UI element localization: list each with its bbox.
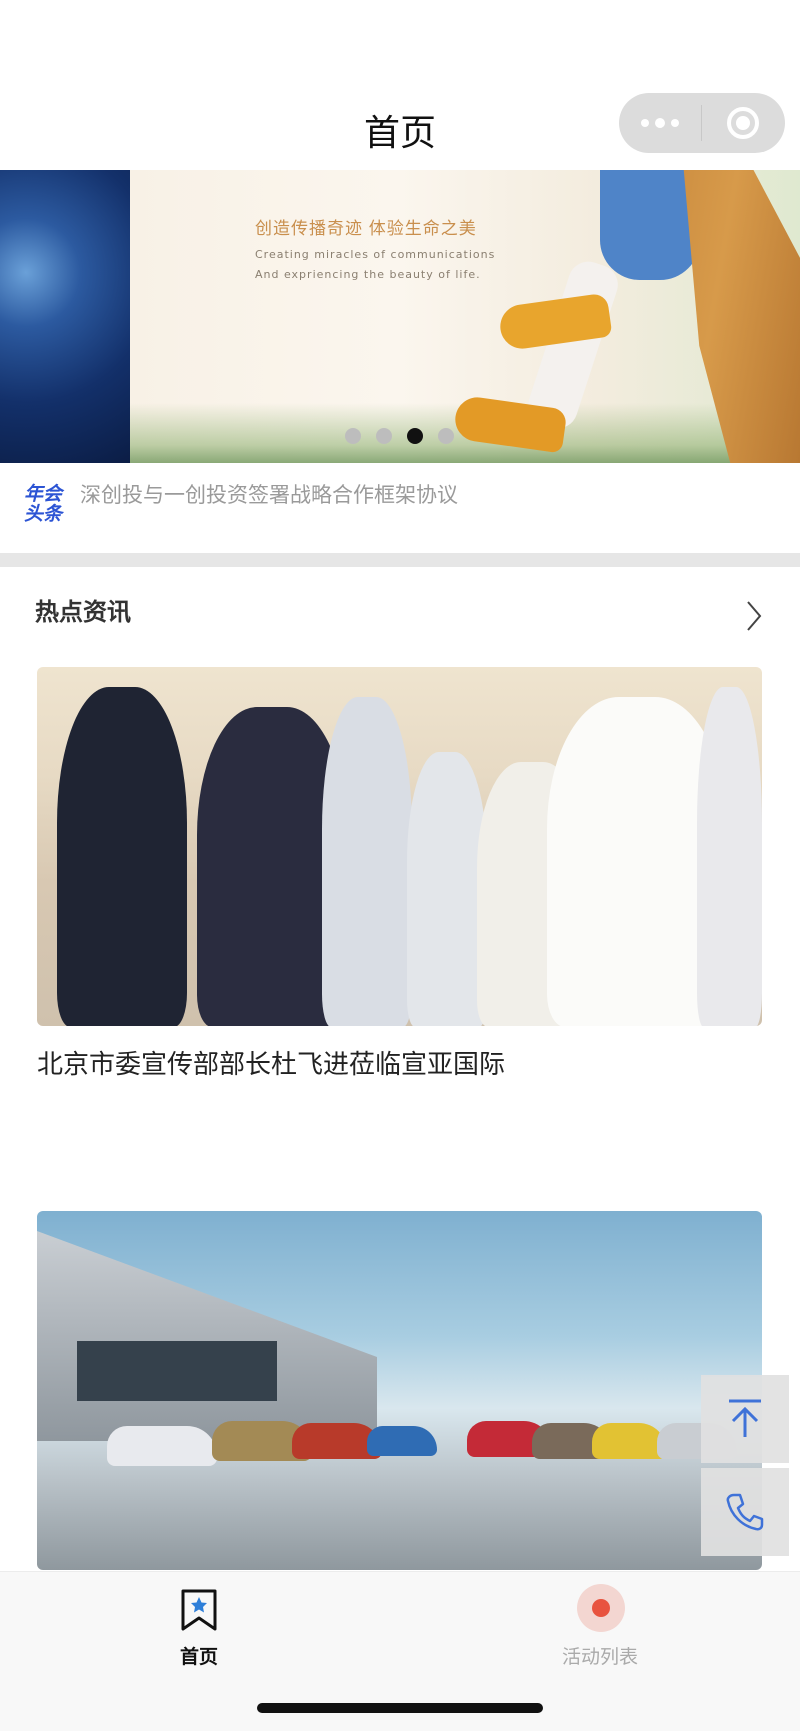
arrow-up-to-top-icon: [729, 1399, 761, 1437]
home-indicator: [257, 1703, 543, 1713]
carousel-dot[interactable]: [376, 428, 392, 444]
banner-slogan-en-line1: Creating miracles of communications: [255, 248, 496, 261]
phone-icon: [726, 1493, 764, 1531]
record-dot-icon: [577, 1584, 625, 1632]
banner-carousel[interactable]: 创造传播奇迹 体验生命之美 Creating miracles of commu…: [0, 170, 800, 463]
headline-logo-icon: 年会 头条: [24, 485, 68, 529]
carousel-dot[interactable]: [345, 428, 361, 444]
headline-text[interactable]: 深创投与一创投资签署战略合作框架协议: [80, 479, 458, 509]
call-button[interactable]: [701, 1468, 789, 1556]
banner-slogan-en-line2: And expriencing the beauty of life.: [255, 268, 481, 281]
banner-slogan-en: Creating miracles of communications And …: [255, 245, 495, 285]
tab-activity-list[interactable]: 活动列表: [500, 1582, 700, 1672]
banner-slogan-cn: 创造传播奇迹 体验生命之美: [255, 219, 477, 238]
mini-program-capsule: [619, 93, 785, 153]
headline-logo-line1: 年会: [24, 484, 63, 505]
dot-icon: [671, 119, 679, 127]
dot-icon: [641, 119, 649, 127]
tab-home-label: 首页: [179, 1647, 218, 1668]
carousel-indicator[interactable]: [345, 428, 454, 444]
previous-slide-image: [0, 170, 130, 463]
tab-activity-label: 活动列表: [561, 1647, 638, 1668]
target-circle-icon: [727, 107, 759, 139]
close-mini-program-button[interactable]: [702, 93, 784, 153]
carousel-dot-active[interactable]: [407, 428, 423, 444]
tab-home[interactable]: 首页: [99, 1582, 299, 1672]
bookmark-star-icon: [181, 1589, 217, 1631]
news-title[interactable]: 北京市委宣传部部长杜飞进莅临宣亚国际: [37, 1044, 505, 1081]
headline-logo-line2: 头条: [24, 504, 63, 525]
news-image[interactable]: [37, 1211, 762, 1570]
section-title: 热点资讯: [35, 599, 131, 626]
news-image[interactable]: [37, 667, 762, 1026]
carousel-dot[interactable]: [438, 428, 454, 444]
banner-figure-body: [600, 170, 700, 280]
chevron-right-icon[interactable]: [744, 598, 764, 634]
more-options-button[interactable]: [619, 93, 701, 153]
dot-icon: [655, 118, 665, 128]
section-divider: [0, 553, 800, 567]
back-to-top-button[interactable]: [701, 1375, 789, 1463]
nav-header: 首页: [0, 0, 800, 170]
headline-ticker[interactable]: 年会 头条 深创投与一创投资签署战略合作框架协议: [0, 463, 800, 553]
